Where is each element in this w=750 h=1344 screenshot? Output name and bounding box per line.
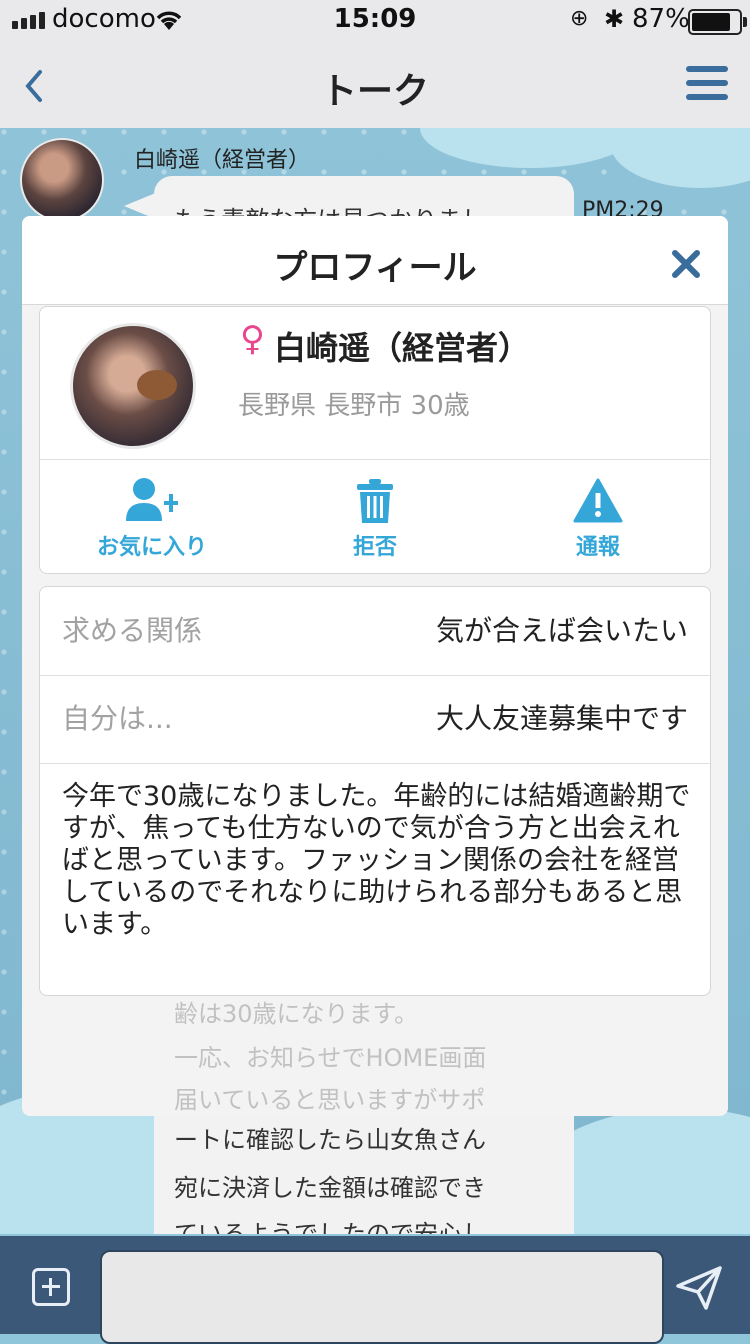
profile-info-card: 求める関係 気が合えば会いたい 自分は... 大人友達募集中です 今年で30歳に… (39, 586, 711, 996)
sender-name: 白崎遥（経営者） (134, 148, 311, 173)
profile-avatar (70, 323, 196, 449)
report-button[interactable]: 通報 (508, 477, 688, 561)
obscured-message-line: 齢は30歳になります。 (174, 1000, 419, 1028)
relation-label: 求める関係 (62, 614, 203, 647)
profile-modal: プロフィール 齢は30歳になります。 一応、お知らせでHOME画面 届いていると… (22, 216, 728, 1116)
block-label: 拒否 (352, 535, 397, 560)
self-row: 自分は... 大人友達募集中です (40, 675, 710, 764)
hamburger-menu-icon[interactable] (686, 66, 728, 104)
modal-title: プロフィール (273, 248, 477, 288)
message-line: ているようでしたので安心し (174, 1220, 486, 1234)
block-button[interactable]: 拒否 (285, 477, 465, 561)
trash-icon (357, 479, 393, 523)
self-label: 自分は... (62, 702, 173, 735)
battery-percent: 87% (632, 4, 690, 34)
add-user-icon (126, 478, 178, 521)
bluetooth-icon: ✱ (604, 5, 625, 33)
sender-avatar[interactable] (20, 138, 104, 222)
modal-header: プロフィール (22, 216, 728, 305)
profile-card: ♀ 白崎遥（経営者） 長野県 長野市 30歳 お気に入り 拒否 通報 (39, 306, 711, 574)
navigation-bar: トーク (0, 40, 750, 129)
orientation-lock-icon: ⊕ (570, 6, 589, 31)
favorite-button[interactable]: お気に入り (62, 477, 242, 561)
favorite-label: お気に入り (96, 535, 207, 560)
warning-icon (573, 478, 623, 523)
profile-name: 白崎遥（経営者） (274, 329, 531, 367)
obscured-message-line: 一応、お知らせでHOME画面 (174, 1044, 487, 1072)
message-input[interactable] (100, 1250, 664, 1344)
obscured-message-line: 届いていると思いますがサポ (174, 1086, 486, 1114)
relation-value: 気が合えば会いたい (435, 614, 688, 647)
status-bar: docomo 15:09 ⊕ ✱ 87% (0, 0, 750, 40)
introduction-text: 今年で30歳になりました。年齢的には結婚適齢期ですが、焦っても仕方ないので気が合… (62, 781, 691, 940)
message-line: 宛に決済した金額は確認でき (174, 1174, 486, 1202)
add-attachment-icon[interactable] (32, 1268, 70, 1306)
relation-row: 求める関係 気が合えば会いたい (40, 587, 710, 676)
close-icon[interactable] (670, 248, 702, 280)
self-value: 大人友達募集中です (435, 702, 688, 735)
message-input-bar (0, 1236, 750, 1344)
page-title: トーク (320, 71, 429, 112)
battery-icon (688, 9, 747, 35)
send-icon[interactable] (674, 1262, 724, 1312)
profile-location-age: 長野県 長野市 30歳 (238, 391, 470, 421)
female-icon: ♀ (240, 319, 265, 359)
report-label: 通報 (575, 535, 620, 560)
message-line: ートに確認したら山女魚さん (174, 1126, 486, 1154)
